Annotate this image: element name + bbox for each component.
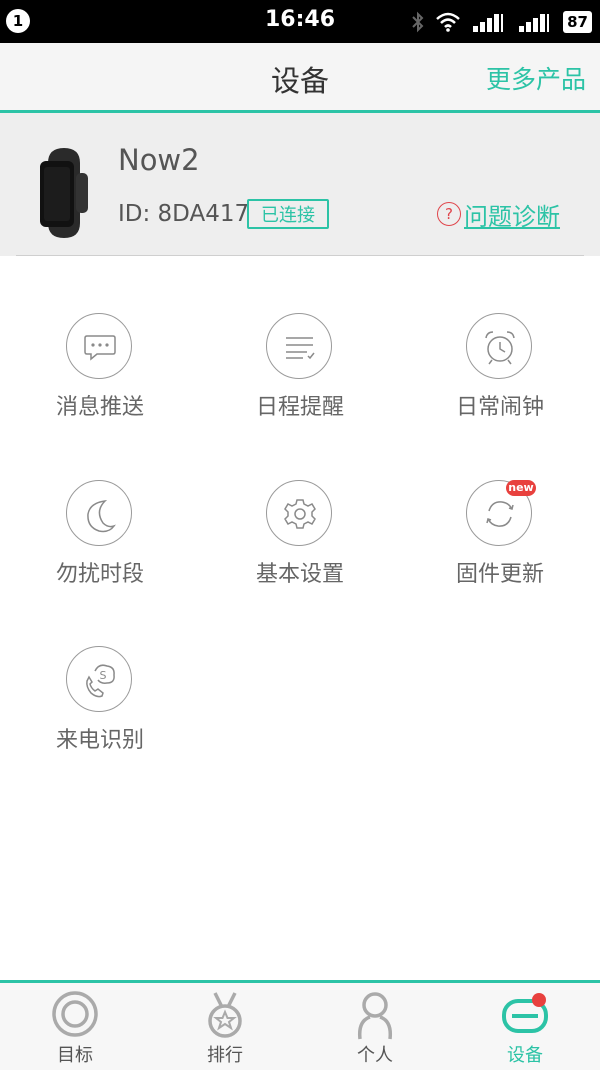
feature-schedule[interactable]: 日程提醒 (200, 313, 400, 453)
status-icons: 87 (411, 9, 592, 35)
tab-label: 个人 (357, 1045, 393, 1066)
device-id: ID: 8DA417 (118, 201, 250, 227)
divider (16, 255, 584, 256)
feature-label: 日常闹钟 (455, 395, 544, 420)
person-icon (357, 992, 393, 1040)
app-header: 设备 更多产品 (0, 43, 600, 113)
more-products-button[interactable]: 更多产品 (486, 60, 586, 96)
svg-text:S: S (100, 669, 107, 682)
band-image (40, 148, 88, 238)
feature-basic-settings[interactable]: 基本设置 (200, 480, 400, 620)
signal-icon (473, 14, 504, 32)
gear-icon (266, 480, 332, 546)
alarm-clock-icon (466, 313, 532, 379)
feature-label: 消息推送 (55, 395, 144, 420)
new-badge: new (506, 480, 536, 496)
medal-icon (208, 992, 242, 1038)
feature-caller-id[interactable]: S 来电识别 (0, 646, 200, 786)
bottom-tab-bar: 目标 排行 个人 设备 (0, 980, 600, 1070)
feature-label: 日程提醒 (255, 395, 344, 420)
battery-indicator: 87 (563, 11, 592, 33)
tab-goal[interactable]: 目标 (0, 983, 150, 1070)
notification-dot (532, 993, 546, 1007)
feature-firmware-update[interactable]: 固件更新 (400, 480, 600, 620)
message-icon (66, 313, 132, 379)
tab-personal[interactable]: 个人 (300, 983, 450, 1070)
wifi-icon (436, 12, 460, 32)
target-icon (52, 991, 98, 1037)
phone-icon: S (66, 646, 132, 712)
diagnose-label[interactable]: 问题诊断 (464, 197, 560, 232)
bluetooth-icon (412, 11, 424, 33)
status-bar: 1 16:46 87 (0, 0, 600, 43)
tab-ranking[interactable]: 排行 (150, 983, 300, 1070)
feature-do-not-disturb[interactable]: 勿扰时段 (0, 480, 200, 620)
feature-label: 勿扰时段 (55, 562, 144, 587)
signal-2-icon (519, 14, 550, 32)
tab-device[interactable]: 设备 (450, 983, 600, 1070)
diagnose-link[interactable]: ? 问题诊断 (437, 197, 560, 232)
feature-label: 基本设置 (255, 562, 344, 587)
feature-message-push[interactable]: 消息推送 (0, 313, 200, 453)
question-icon: ? (437, 202, 461, 226)
tab-label: 目标 (57, 1045, 93, 1066)
feature-label: 固件更新 (455, 562, 544, 587)
feature-label: 来电识别 (55, 728, 144, 753)
device-name: Now2 (118, 143, 200, 177)
device-card[interactable]: Now2 ID: 8DA417 已连接 ? 问题诊断 (0, 113, 600, 256)
schedule-icon (266, 313, 332, 379)
tab-label: 排行 (207, 1045, 243, 1066)
moon-icon (66, 480, 132, 546)
connection-status-badge: 已连接 (247, 199, 329, 229)
feature-alarm[interactable]: 日常闹钟 (400, 313, 600, 453)
tab-label: 设备 (507, 1045, 543, 1066)
